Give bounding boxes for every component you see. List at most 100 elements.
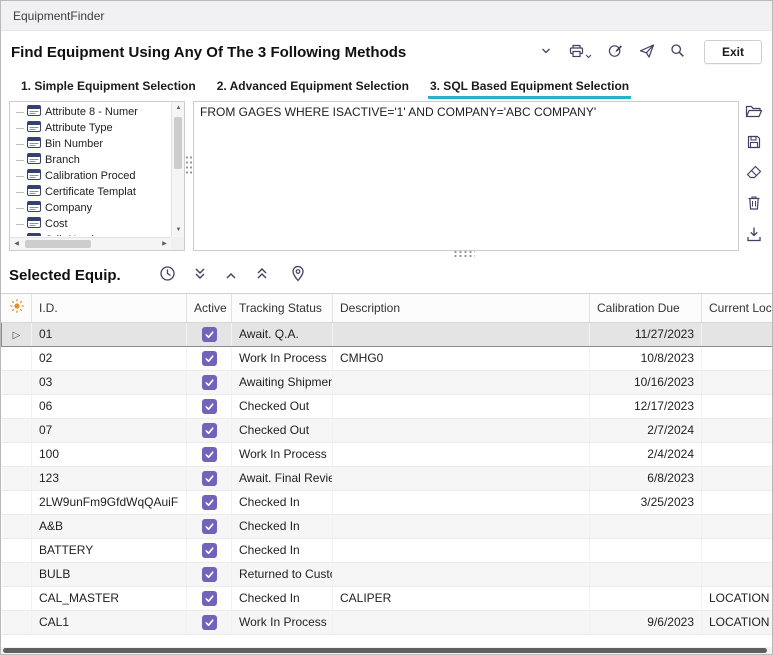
table-row[interactable]: CAL_MASTERChecked InCALIPERLOCATION 1 — [2, 586, 773, 610]
search-button[interactable] — [668, 41, 687, 63]
active-checkbox[interactable] — [202, 495, 217, 510]
location-button[interactable] — [289, 263, 307, 287]
active-checkbox[interactable] — [202, 543, 217, 558]
tree-item-field[interactable]: Cost — [11, 216, 170, 232]
cell-current-location — [702, 346, 773, 370]
cell-active — [187, 394, 232, 418]
column-header-description[interactable]: Description — [333, 294, 590, 322]
field-icon — [27, 233, 45, 236]
cell-id: 01 — [32, 322, 187, 346]
save-sql-button[interactable] — [745, 133, 763, 154]
active-checkbox[interactable] — [202, 591, 217, 606]
move-all-up-button[interactable] — [253, 264, 271, 286]
scroll-right-arrow-icon[interactable]: ▶ — [158, 238, 171, 251]
grid-horizontal-scrollbar[interactable] — [1, 647, 772, 654]
column-header-tracking-status[interactable]: Tracking Status — [232, 294, 333, 322]
cell-current-location — [702, 562, 773, 586]
pen-circle-icon — [607, 42, 624, 62]
tree-item-field[interactable]: Branch — [11, 152, 170, 168]
panel-splitter[interactable] — [185, 155, 192, 175]
tree-connector — [16, 128, 24, 129]
active-checkbox[interactable] — [202, 423, 217, 438]
tree-item-field[interactable]: Attribute 8 - Numer — [11, 104, 170, 120]
move-up-button[interactable] — [222, 266, 240, 285]
table-row[interactable]: 02Work In ProcessCMHG010/8/2023 — [2, 346, 773, 370]
cell-active — [187, 442, 232, 466]
tree-item-field[interactable]: Bin Number — [11, 136, 170, 152]
cell-current-location: LOCATION 1 — [702, 586, 773, 610]
cell-active — [187, 538, 232, 562]
grid-options-header[interactable] — [2, 294, 32, 322]
table-row[interactable]: 100Work In Process2/4/2024 — [2, 442, 773, 466]
column-header-active[interactable]: Active — [187, 294, 232, 322]
active-checkbox[interactable] — [202, 519, 217, 534]
active-checkbox[interactable] — [202, 567, 217, 582]
scroll-left-arrow-icon[interactable]: ◀ — [10, 238, 23, 251]
column-header-id[interactable]: I.D. — [32, 294, 187, 322]
active-checkbox[interactable] — [202, 399, 217, 414]
sql-editor[interactable]: FROM GAGES WHERE ISACTIVE='1' AND COMPAN… — [193, 101, 739, 251]
column-header-calibration-due[interactable]: Calibration Due — [590, 294, 702, 322]
active-checkbox[interactable] — [202, 615, 217, 630]
delete-sql-button[interactable] — [746, 194, 762, 215]
chevron-up-icon — [224, 268, 238, 283]
tab-simple-selection[interactable]: 1. Simple Equipment Selection — [19, 79, 198, 99]
table-row[interactable]: 123Await. Final Review6/8/2023 — [2, 466, 773, 490]
tree-vertical-scrollbar[interactable]: ▲ ▼ — [171, 102, 184, 237]
table-row[interactable]: 2LW9unFm9GfdWqQAuiFChecked In3/25/2023 — [2, 490, 773, 514]
active-checkbox[interactable] — [202, 375, 217, 390]
vertical-scroll-thumb[interactable] — [174, 117, 182, 169]
tree-item-field[interactable]: Certificate Templat — [11, 184, 170, 200]
equipment-grid: I.D. Active Tracking Status Description … — [1, 293, 772, 654]
annotate-button[interactable] — [605, 40, 626, 64]
table-row[interactable]: ▷01Await. Q.A.11/27/2023 — [2, 322, 773, 346]
exit-button[interactable]: Exit — [704, 40, 762, 64]
tree-horizontal-scrollbar[interactable]: ◀ ▶ — [10, 237, 171, 250]
history-button[interactable] — [157, 263, 178, 287]
table-row[interactable]: BULBReturned to Customer — [2, 562, 773, 586]
field-icon — [27, 105, 45, 119]
cell-description — [333, 322, 590, 346]
cell-active — [187, 586, 232, 610]
tree-item-field[interactable]: Calibration Proced — [11, 168, 170, 184]
selected-equip-bar: Selected Equip. — [1, 257, 772, 293]
scroll-down-arrow-icon[interactable]: ▼ — [172, 224, 185, 237]
clear-sql-button[interactable] — [745, 164, 763, 184]
horizontal-scroll-thumb[interactable] — [25, 240, 91, 248]
table-row[interactable]: 03Awaiting Shipment10/16/2023 — [2, 370, 773, 394]
table-row[interactable]: A&BChecked In — [2, 514, 773, 538]
tab-sql-selection[interactable]: 3. SQL Based Equipment Selection — [428, 79, 631, 99]
import-sql-button[interactable] — [745, 225, 763, 246]
paper-plane-icon — [639, 43, 655, 62]
active-checkbox[interactable] — [202, 447, 217, 462]
cell-description — [333, 442, 590, 466]
tree-item-field[interactable]: Attribute Type — [11, 120, 170, 136]
column-header-current-location[interactable]: Current Location — [702, 294, 773, 322]
load-sql-button[interactable] — [744, 102, 764, 123]
cell-row-indicator — [2, 394, 32, 418]
active-checkbox[interactable] — [202, 471, 217, 486]
sql-resize-handle[interactable] — [453, 250, 475, 257]
cell-row-indicator — [2, 490, 32, 514]
header: Find Equipment Using Any Of The 3 Follow… — [1, 31, 772, 73]
table-row[interactable]: CAL1Work In Process9/6/2023LOCATION 1 — [2, 610, 773, 634]
tree-item-field[interactable]: Crib Number — [11, 232, 170, 236]
scroll-up-arrow-icon[interactable]: ▲ — [172, 102, 185, 115]
tree-item-field[interactable]: Company — [11, 200, 170, 216]
active-checkbox[interactable] — [202, 351, 217, 366]
table-row[interactable]: BATTERYChecked In — [2, 538, 773, 562]
tab-advanced-selection[interactable]: 2. Advanced Equipment Selection — [215, 79, 411, 99]
print-button[interactable] — [566, 41, 594, 64]
tree-item-label: Branch — [45, 154, 80, 166]
cell-tracking-status: Checked In — [232, 586, 333, 610]
table-row[interactable]: 07Checked Out2/7/2024 — [2, 418, 773, 442]
send-button[interactable] — [637, 41, 657, 64]
move-all-down-button[interactable] — [191, 264, 209, 286]
toolbar-dropdown-button[interactable] — [537, 42, 555, 63]
sun-icon[interactable] — [9, 303, 25, 317]
table-row[interactable]: 06Checked Out12/17/2023 — [2, 394, 773, 418]
grid-scroll-thumb[interactable] — [3, 648, 767, 653]
cell-row-indicator — [2, 442, 32, 466]
field-tree-panel: Attribute 8 - NumerAttribute TypeBin Num… — [9, 101, 185, 251]
active-checkbox[interactable] — [202, 327, 217, 342]
